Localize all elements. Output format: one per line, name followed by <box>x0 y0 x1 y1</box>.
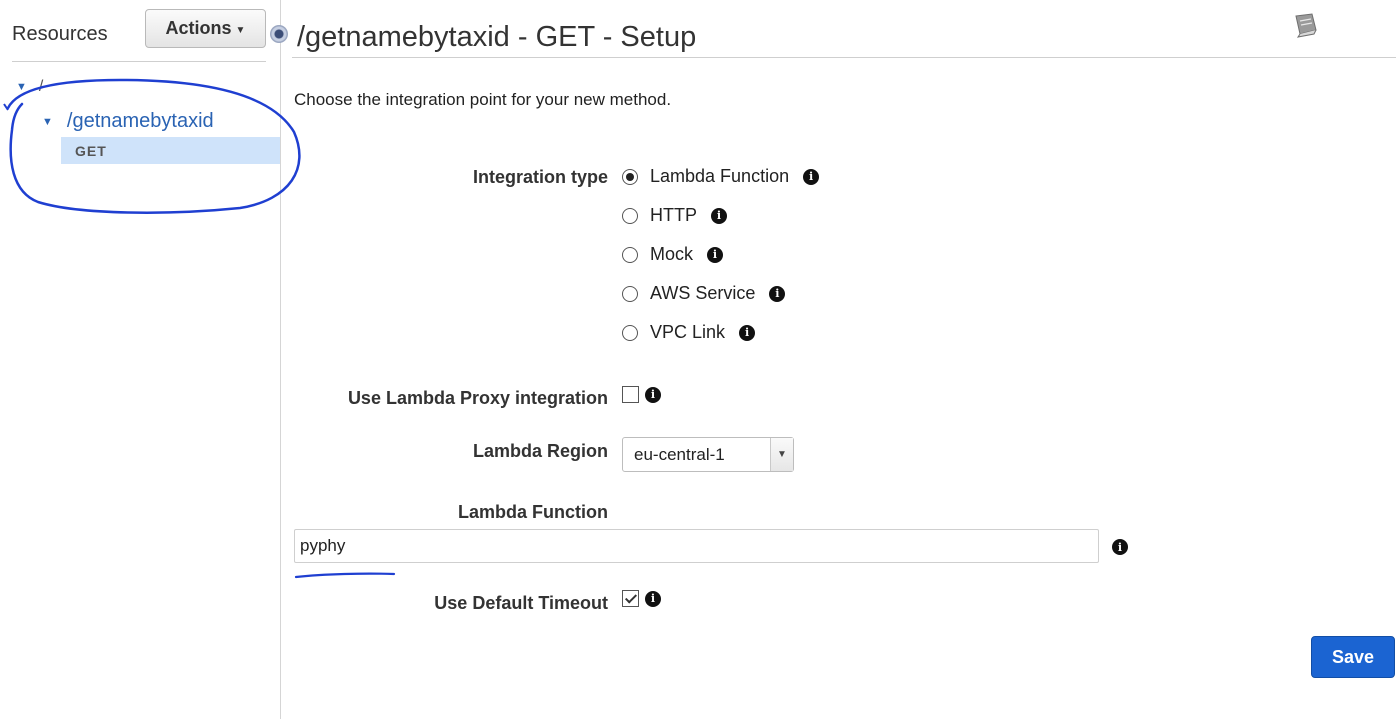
lambda-region-select[interactable]: eu-central-1 ▼ <box>622 437 794 472</box>
info-icon[interactable]: i <box>645 590 661 607</box>
radio-label: VPC Link <box>650 322 726 342</box>
info-icon[interactable]: i <box>739 324 756 341</box>
caret-down-icon: ▼ <box>235 24 246 36</box>
sidebar-divider <box>12 61 266 62</box>
actions-button[interactable]: Actions ▼ <box>145 9 266 48</box>
radio-label: HTTP <box>650 205 697 225</box>
proxy-integration-label: Use Lambda Proxy integration <box>347 388 608 408</box>
chevron-down-icon[interactable]: ▼ <box>770 438 793 471</box>
radio-mock[interactable]: Mock i <box>622 244 724 265</box>
radio-button[interactable] <box>622 246 638 263</box>
info-icon[interactable]: i <box>769 285 786 302</box>
lambda-function-value: pyphy <box>300 536 346 555</box>
proxy-integration-checkbox[interactable] <box>622 386 639 403</box>
default-timeout-checkbox[interactable] <box>622 590 639 607</box>
lambda-region-label: Lambda Region <box>472 441 608 461</box>
radio-button[interactable] <box>622 168 638 185</box>
actions-label: Actions <box>165 18 232 38</box>
collapse-handle-icon[interactable] <box>270 25 288 43</box>
annotation-underline <box>294 572 396 579</box>
radio-lambda-function[interactable]: Lambda Function i <box>622 166 820 187</box>
intro-text: Choose the integration point for your ne… <box>294 90 672 109</box>
info-icon[interactable]: i <box>645 386 661 403</box>
info-icon[interactable]: i <box>711 207 727 224</box>
annotation-circle <box>3 78 301 214</box>
info-icon[interactable]: i <box>1112 539 1128 555</box>
title-divider <box>292 57 1396 58</box>
proxy-integration-field: i <box>622 386 661 403</box>
page-title: /getnamebytaxid - GET - Setup <box>297 21 697 53</box>
info-icon[interactable]: i <box>803 168 820 185</box>
save-button[interactable]: Save <box>1311 636 1395 678</box>
default-timeout-label: Use Default Timeout <box>434 593 608 613</box>
radio-button[interactable] <box>622 285 638 302</box>
integration-type-label: Integration type <box>472 167 608 187</box>
resources-title: Resources <box>12 23 108 45</box>
lambda-region-value: eu-central-1 <box>634 444 725 464</box>
lambda-function-input[interactable]: pyphy <box>294 529 1099 563</box>
radio-label: Mock <box>650 244 694 264</box>
lambda-function-label: Lambda Function <box>458 502 608 522</box>
book-icon[interactable] <box>1290 10 1320 40</box>
info-icon[interactable]: i <box>707 246 724 263</box>
save-label: Save <box>1331 646 1375 667</box>
radio-label: AWS Service <box>650 283 756 303</box>
radio-http[interactable]: HTTP i <box>622 205 727 226</box>
radio-aws-service[interactable]: AWS Service i <box>622 283 786 304</box>
radio-vpc-link[interactable]: VPC Link i <box>622 322 756 343</box>
default-timeout-field: i <box>622 590 661 607</box>
radio-button[interactable] <box>622 324 638 341</box>
radio-button[interactable] <box>622 207 638 224</box>
radio-label: Lambda Function <box>650 166 790 186</box>
